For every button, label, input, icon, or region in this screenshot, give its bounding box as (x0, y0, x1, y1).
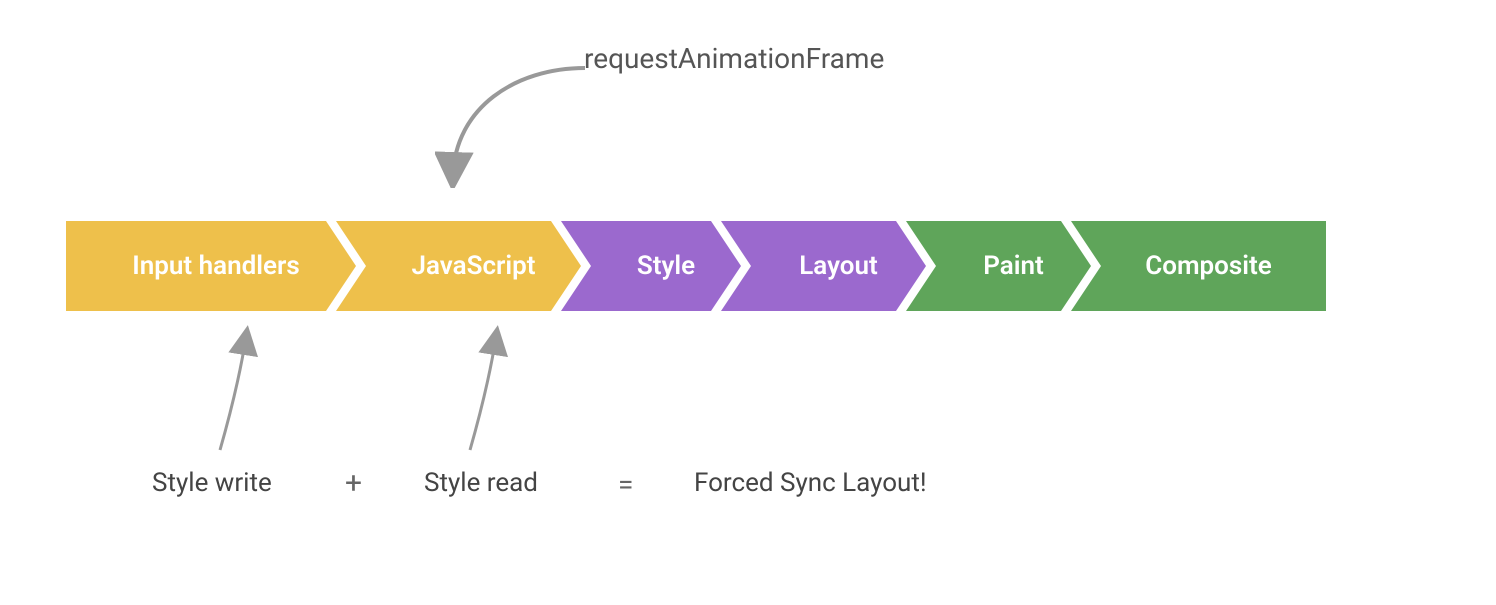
frame-lifecycle-diagram: requestAnimationFrame Input handlers Jav… (0, 0, 1496, 605)
stage-paint: Paint (906, 221, 1091, 311)
style-read-arrow-icon (450, 325, 530, 455)
stage-javascript-label: JavaScript (412, 251, 536, 281)
stage-paint-label: Paint (983, 251, 1044, 281)
stage-javascript: JavaScript (336, 221, 581, 311)
stage-style-label: Style (637, 251, 695, 281)
style-write-arrow-icon (200, 325, 280, 455)
raf-label: requestAnimationFrame (584, 42, 884, 75)
forced-sync-layout-label: Forced Sync Layout! (694, 468, 927, 498)
stage-style: Style (561, 221, 741, 311)
stage-composite: Composite (1071, 221, 1326, 311)
stage-input-handlers: Input handlers (66, 221, 356, 311)
style-write-label: Style write (152, 468, 272, 498)
stage-layout-label: Layout (799, 251, 878, 281)
style-read-label: Style read (424, 468, 538, 498)
stage-input-handlers-label: Input handlers (132, 251, 299, 281)
rendering-pipeline: Input handlers JavaScript Style Layout P… (66, 221, 1326, 311)
fsl-equation: Style write + Style read = Forced Sync L… (0, 468, 1496, 508)
stage-layout: Layout (721, 221, 926, 311)
plus-symbol: + (345, 466, 362, 501)
equals-symbol: = (618, 468, 633, 501)
stage-composite-label: Composite (1145, 251, 1271, 281)
raf-arrow-icon (435, 48, 595, 188)
